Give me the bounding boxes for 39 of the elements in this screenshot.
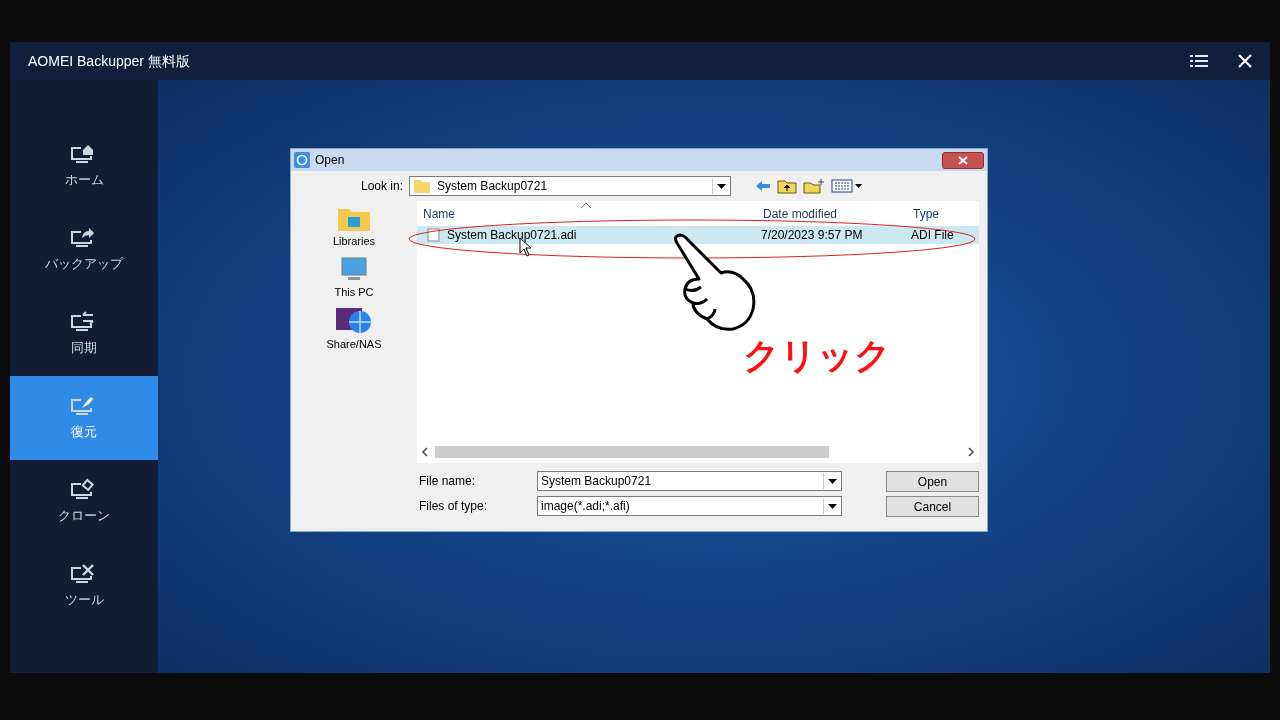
folder-icon	[413, 178, 432, 194]
file-name-label: File name:	[419, 473, 477, 490]
file-name-field[interactable]: System Backup0721	[537, 471, 842, 491]
close-icon	[958, 155, 968, 165]
scrollbar-thumb[interactable]	[435, 446, 829, 458]
sidebar-item[interactable]: ツール	[10, 544, 158, 628]
menu-icon[interactable]	[1190, 55, 1208, 67]
back-arrow-icon[interactable]	[755, 180, 772, 192]
sidebar-item[interactable]: バックアップ	[10, 208, 158, 292]
dialog-title: Open	[315, 152, 346, 169]
sort-caret-icon	[581, 203, 591, 208]
look-in-label: Look in:	[361, 178, 404, 195]
column-header[interactable]: Name	[423, 205, 763, 223]
close-button[interactable]	[942, 151, 984, 169]
sidebar-item[interactable]: 復元	[10, 376, 158, 460]
sidebar-item[interactable]: クローン	[10, 460, 158, 544]
scroll-right-icon[interactable]	[967, 447, 975, 457]
globe-monitor-icon	[334, 306, 374, 336]
places-item[interactable]: Share/NAS	[317, 306, 391, 353]
dialog-button[interactable]: Cancel	[886, 496, 979, 517]
file-type-dropdown[interactable]: image(*.adi;*.afi)	[537, 496, 842, 516]
column-header[interactable]: Date modified	[763, 205, 913, 223]
view-menu-icon[interactable]	[831, 179, 864, 193]
click-annotation: クリック	[743, 334, 891, 378]
file-row[interactable]: System Backup0721.adi 7/20/2023 9:57 PM ADI File	[417, 226, 979, 244]
dialog-button[interactable]: Open	[886, 471, 979, 492]
close-icon[interactable]	[1238, 54, 1252, 68]
file-type-label: Files of type:	[419, 498, 489, 515]
scroll-left-icon[interactable]	[421, 447, 429, 457]
places-item[interactable]: This PC	[317, 255, 391, 300]
window-title: AOMEI Backupper 無料版	[28, 51, 191, 71]
new-folder-icon[interactable]	[803, 178, 826, 194]
up-folder-icon[interactable]	[777, 178, 798, 194]
file-icon	[427, 228, 441, 242]
sidebar-item[interactable]: ホーム	[10, 124, 158, 208]
places-item[interactable]: Libraries	[317, 205, 391, 250]
column-header[interactable]: Type	[913, 205, 939, 223]
sidebar-item[interactable]: 同期	[10, 292, 158, 376]
look-in-dropdown[interactable]: System Backup0721	[409, 176, 732, 196]
